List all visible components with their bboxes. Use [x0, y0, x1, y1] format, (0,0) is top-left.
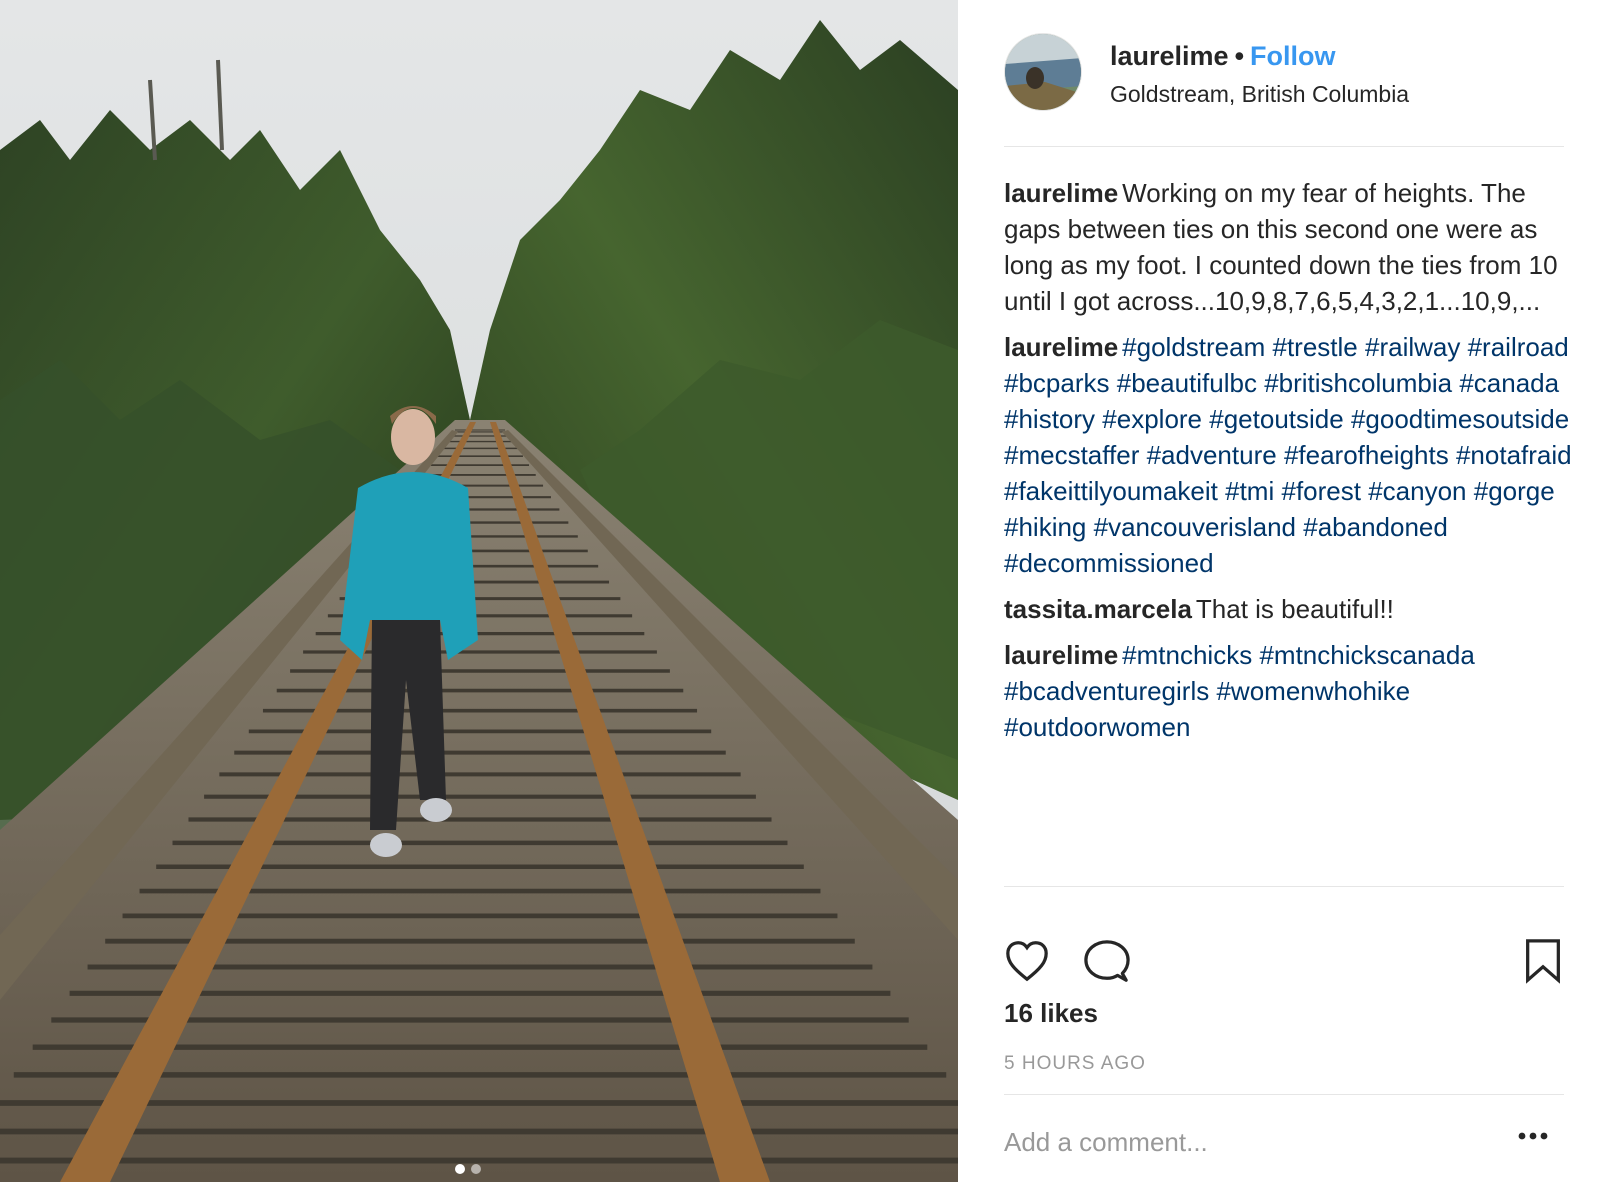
- hashtag-link[interactable]: #getoutside: [1209, 404, 1343, 434]
- header-separator: •: [1234, 41, 1245, 71]
- hashtag-link[interactable]: #fearofheights: [1284, 440, 1449, 470]
- hashtag-link[interactable]: #railway: [1365, 332, 1460, 362]
- header-user-row: laurelime • Follow: [1110, 41, 1336, 72]
- hashtag-link[interactable]: #goldstream: [1122, 332, 1265, 362]
- hashtag-link[interactable]: #beautifulbc: [1117, 368, 1257, 398]
- post-timestamp[interactable]: 5 HOURS AGO: [1004, 1053, 1146, 1075]
- hashtag-link[interactable]: #mecstaffer: [1004, 440, 1139, 470]
- hashtag-link[interactable]: #tmi: [1225, 476, 1274, 506]
- avatar[interactable]: [1004, 33, 1082, 111]
- post-side-panel: laurelime • Follow Goldstream, British Col…: [958, 0, 1608, 1182]
- trestle-photo-image: [0, 0, 958, 1182]
- hashtag-link[interactable]: #notafraid: [1456, 440, 1572, 470]
- hashtag-link[interactable]: #explore: [1102, 404, 1202, 434]
- carousel-dot[interactable]: [471, 1164, 481, 1174]
- comment-username[interactable]: laurelime: [1004, 178, 1118, 208]
- comment-username[interactable]: laurelime: [1004, 640, 1118, 670]
- comments-list: laurelime Working on my fear of heights. …: [1004, 175, 1574, 755]
- hashtag-link[interactable]: #mtnchicks: [1122, 640, 1252, 670]
- comment-item: laurelime #mtnchicks #mtnchickscanada #bc…: [1004, 637, 1574, 745]
- hashtag-link[interactable]: #canada: [1459, 368, 1559, 398]
- header-divider: [1004, 146, 1564, 147]
- post-header: laurelime • Follow Goldstream, British Col…: [1004, 33, 1564, 113]
- hashtag-link[interactable]: #mtnchickscanada: [1259, 640, 1474, 670]
- hashtag-link[interactable]: #goodtimesoutside: [1351, 404, 1569, 434]
- hashtag-link[interactable]: #abandoned: [1303, 512, 1448, 542]
- comment-item: tassita.marcela That is beautiful!!: [1004, 591, 1574, 627]
- post-location[interactable]: Goldstream, British Columbia: [1110, 81, 1409, 108]
- comment-username[interactable]: laurelime: [1004, 332, 1118, 362]
- hashtag-link[interactable]: #hiking: [1004, 512, 1086, 542]
- hashtag-link[interactable]: #railroad: [1468, 332, 1569, 362]
- hashtag-link[interactable]: #adventure: [1147, 440, 1277, 470]
- hashtag-link[interactable]: #canyon: [1368, 476, 1466, 506]
- comment-item: laurelime Working on my fear of heights. …: [1004, 175, 1574, 319]
- heart-icon[interactable]: [1004, 938, 1050, 989]
- hashtag-link[interactable]: #britishcolumbia: [1264, 368, 1452, 398]
- avatar-image: [1005, 34, 1081, 110]
- hashtag-link[interactable]: #vancouverisland: [1094, 512, 1296, 542]
- carousel-dot-active[interactable]: [455, 1164, 465, 1174]
- bookmark-icon[interactable]: [1522, 938, 1564, 989]
- post-author-username[interactable]: laurelime: [1110, 41, 1229, 71]
- add-comment-input[interactable]: [1004, 1122, 1504, 1162]
- comment-text: That is beautiful!!: [1195, 594, 1394, 624]
- comment-username[interactable]: tassita.marcela: [1004, 594, 1192, 624]
- more-options-icon[interactable]: [1518, 1128, 1548, 1146]
- hashtag-link[interactable]: #bcparks: [1004, 368, 1110, 398]
- hashtag-link[interactable]: #gorge: [1474, 476, 1555, 506]
- comment-bubble-icon[interactable]: [1084, 938, 1130, 989]
- footer-divider: [1004, 1094, 1564, 1095]
- likes-count[interactable]: 16 likes: [1004, 998, 1098, 1029]
- post-actions: [1004, 938, 1564, 988]
- hashtag-link[interactable]: #bcadventuregirls: [1004, 676, 1209, 706]
- hashtag-link[interactable]: #fakeittilyoumakeit: [1004, 476, 1218, 506]
- follow-button[interactable]: Follow: [1250, 41, 1335, 71]
- post-photo[interactable]: [0, 0, 958, 1182]
- carousel-indicator: [455, 1164, 481, 1174]
- comment-item: laurelime #goldstream #trestle #railway #…: [1004, 329, 1574, 581]
- hashtag-link[interactable]: #forest: [1281, 476, 1361, 506]
- hashtag-link[interactable]: #womenwhohike: [1216, 676, 1410, 706]
- hashtag-link[interactable]: #history: [1004, 404, 1095, 434]
- actions-divider: [1004, 886, 1564, 887]
- hashtag-link[interactable]: #trestle: [1272, 332, 1357, 362]
- hashtag-link[interactable]: #outdoorwomen: [1004, 712, 1190, 742]
- hashtag-link[interactable]: #decommissioned: [1004, 548, 1214, 578]
